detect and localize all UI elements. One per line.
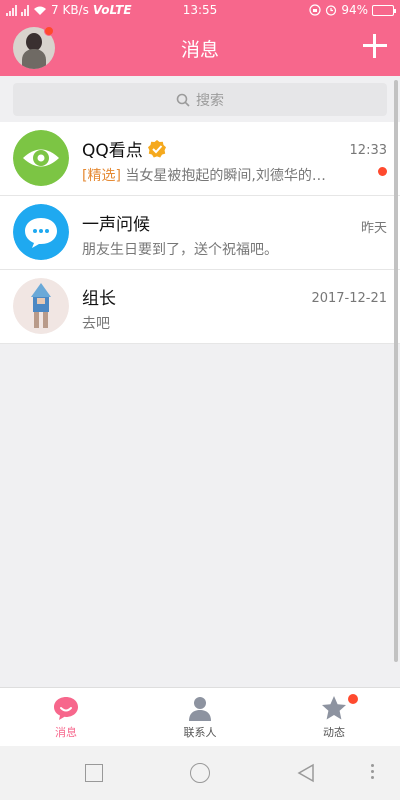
conversation-row-leader[interactable]: 组长 2017-12-21 去吧 <box>0 270 400 344</box>
home-button[interactable] <box>190 763 210 783</box>
qq-kandian-avatar <box>13 130 69 186</box>
conversation-name: QQ看点 <box>82 136 167 161</box>
system-nav-bar <box>0 746 400 800</box>
person-photo-icon <box>13 278 69 334</box>
search-placeholder: 搜索 <box>196 92 224 109</box>
conversation-row-qq-kandian[interactable]: QQ看点 12:33 [精选] 当女星被抱起的瞬间,刘德华的… <box>0 122 400 196</box>
tab-messages[interactable]: 消息 <box>6 694 126 740</box>
eye-icon <box>13 130 69 186</box>
conversation-time: 昨天 <box>360 221 387 236</box>
conversation-time: 12:33 <box>349 143 387 158</box>
conversation-list: QQ看点 12:33 [精选] 当女星被抱起的瞬间,刘德华的… 一声问候 昨天 … <box>0 122 400 344</box>
verified-badge-icon <box>147 139 166 157</box>
alarm-icon <box>326 5 337 16</box>
recent-apps-button[interactable] <box>85 764 103 782</box>
greeting-avatar <box>13 204 69 260</box>
leader-avatar <box>13 278 69 334</box>
conversation-preview: [精选] 当女星被抱起的瞬间,刘德华的… <box>82 168 326 184</box>
featured-tag: [精选] <box>82 168 121 184</box>
plus-icon[interactable] <box>363 34 387 58</box>
search-icon <box>176 93 190 107</box>
moments-badge <box>348 694 358 704</box>
unread-dot <box>378 167 387 176</box>
search-input[interactable]: 搜索 <box>13 83 387 116</box>
conversation-name: 一声问候 <box>82 215 150 235</box>
search-area: 搜索 <box>0 76 400 122</box>
conversation-row-greeting[interactable]: 一声问候 昨天 朋友生日要到了，送个祝福吧。 <box>0 196 400 270</box>
tab-moments[interactable]: 动态 <box>274 694 394 740</box>
conversation-name: 组长 <box>82 289 116 309</box>
battery-icon <box>372 4 396 16</box>
more-menu-icon[interactable] <box>371 764 375 782</box>
chat-bubble-icon <box>13 204 69 260</box>
star-icon <box>322 696 346 720</box>
page-title: 消息 <box>180 39 219 61</box>
rotation-lock-icon <box>309 4 321 16</box>
back-icon[interactable] <box>296 763 316 783</box>
tab-contacts[interactable]: 联系人 <box>140 694 260 740</box>
chat-bubble-icon <box>54 697 78 720</box>
title-bar: 消息 <box>0 22 400 76</box>
conversation-time: 2017-12-21 <box>311 291 387 306</box>
scrollbar[interactable] <box>394 80 398 662</box>
person-icon <box>189 697 211 721</box>
conversation-preview: 去吧 <box>82 316 110 332</box>
bottom-tab-bar: 消息 联系人 动态 <box>0 687 400 746</box>
status-bar: 7 KB/s VoLTE 13:55 94% <box>0 0 400 22</box>
battery-percent: 94% <box>341 3 368 17</box>
conversation-preview: 朋友生日要到了，送个祝福吧。 <box>82 242 278 258</box>
